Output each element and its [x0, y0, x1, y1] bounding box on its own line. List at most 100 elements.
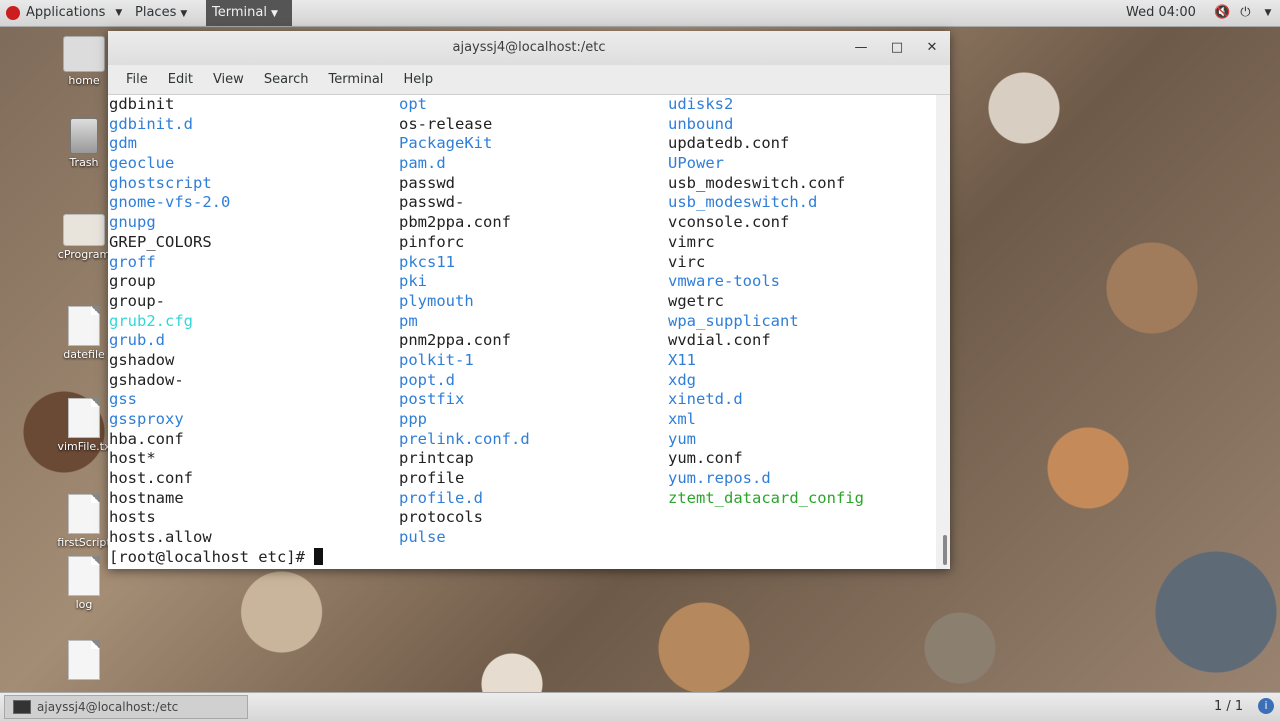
- listing-entry: prelink.conf.d: [399, 429, 530, 448]
- listing-entry: host*: [109, 449, 156, 468]
- listing-entry: polkit-1: [399, 350, 474, 369]
- menu-terminal[interactable]: Terminal: [318, 72, 393, 87]
- listing-entry: wgetrc: [668, 291, 724, 310]
- clock[interactable]: Wed 04:00: [1126, 0, 1196, 26]
- listing-entry: xml: [668, 410, 696, 428]
- listing-entry: geoclue: [109, 154, 175, 173]
- chevron-down-icon: ▼: [115, 8, 123, 18]
- menu-file[interactable]: File: [116, 72, 158, 87]
- volume-icon: 🔇: [1214, 5, 1231, 20]
- applications-menu[interactable]: Applications ▼: [6, 0, 122, 26]
- listing-entry: ghostscript: [109, 173, 212, 192]
- system-menu[interactable]: 🔇 ⏻ ▼: [1214, 0, 1271, 26]
- listing-entry: pm: [399, 311, 418, 330]
- listing-entry: gssproxy: [109, 410, 184, 428]
- listing-entry: passwd-: [399, 193, 465, 212]
- desktop-icon-firstscript[interactable]: firstScript: [52, 494, 116, 549]
- listing-entry: group: [109, 272, 156, 291]
- menu-view[interactable]: View: [203, 72, 254, 87]
- desktop-icon-file[interactable]: [52, 640, 116, 682]
- listing-entry: xinetd.d: [668, 390, 743, 409]
- scrollbar-thumb[interactable]: [943, 535, 947, 565]
- workspace-pager[interactable]: 1 / 1: [1214, 693, 1243, 721]
- listing-entry: pnm2ppa.conf: [399, 331, 511, 350]
- listing-entry: printcap: [399, 449, 474, 468]
- desktop-icon-home[interactable]: home: [52, 36, 116, 87]
- close-button[interactable]: ✕: [922, 38, 942, 58]
- scrollbar[interactable]: [936, 95, 950, 569]
- listing-entry: os-release: [399, 114, 493, 133]
- listing-entry: gss: [109, 390, 137, 409]
- chevron-down-icon: ▼: [1264, 8, 1272, 18]
- listing-entry: yum.repos.d: [668, 469, 771, 488]
- info-icon[interactable]: i: [1258, 698, 1274, 714]
- script-file-icon: [68, 494, 100, 534]
- listing-entry: pinforc: [399, 232, 465, 251]
- listing-entry: profile.d: [399, 488, 483, 507]
- desktop-icon-label: log: [75, 598, 93, 611]
- listing-column-2: opt os-release PackageKit pam.d passwd passwd…: [399, 95, 530, 548]
- chevron-down-icon: ▼: [270, 9, 278, 19]
- listing-entry: vimrc: [668, 232, 715, 251]
- listing-entry: gnome-vfs-2.0: [109, 193, 231, 212]
- listing-entry: group-: [109, 291, 165, 310]
- taskbar-window-button[interactable]: ajayssj4@localhost:/etc: [4, 695, 248, 719]
- desktop-icon-trash[interactable]: Trash: [52, 118, 116, 169]
- listing-entry: vconsole.conf: [668, 213, 790, 232]
- desktop-icon-label: datefile: [63, 348, 105, 361]
- desktop-icon-label: vimFile.tx: [57, 440, 111, 453]
- desktop-icon-log[interactable]: log: [52, 556, 116, 611]
- listing-entry: UPower: [668, 154, 724, 173]
- listing-entry: ppp: [399, 410, 427, 428]
- desktop-icon-label: cProgram: [57, 248, 111, 261]
- terminal-label: Terminal: [212, 5, 267, 20]
- desktop-icon-datefile[interactable]: datefile: [52, 306, 116, 361]
- text-file-icon: [68, 640, 100, 680]
- listing-entry: hostname: [109, 488, 184, 507]
- menu-edit[interactable]: Edit: [158, 72, 203, 87]
- listing-entry: hba.conf: [109, 429, 184, 448]
- desktop-icon-cprogram[interactable]: cProgram: [52, 214, 116, 261]
- listing-entry: gnupg: [109, 213, 156, 232]
- applications-label: Applications: [26, 5, 106, 20]
- listing-entry: unbound: [668, 114, 734, 133]
- taskbar-window-label: ajayssj4@localhost:/etc: [37, 700, 179, 714]
- places-menu[interactable]: Places ▼: [135, 0, 187, 26]
- shell-prompt[interactable]: [root@localhost etc]#: [109, 548, 324, 568]
- window-titlebar[interactable]: ajayssj4@localhost:/etc — □ ✕: [108, 31, 950, 65]
- listing-entry: PackageKit: [399, 134, 493, 153]
- listing-entry: pulse: [399, 528, 446, 547]
- listing-entry: opt: [399, 95, 427, 113]
- listing-entry: usb_modeswitch.d: [668, 193, 818, 212]
- listing-entry: updatedb.conf: [668, 134, 790, 153]
- top-panel: Applications ▼ Places ▼ Terminal ▼ Wed 04:0…: [0, 0, 1280, 27]
- listing-entry: gdbinit: [109, 95, 175, 113]
- desktop-icon-vimfile[interactable]: vimFile.tx: [52, 398, 116, 453]
- listing-entry: host.conf: [109, 469, 193, 488]
- desktop-icon-label: home: [68, 74, 100, 87]
- menubar: File Edit View Search Terminal Help: [108, 65, 950, 95]
- listing-entry: gdbinit.d: [109, 114, 193, 133]
- listing-entry: usb_modeswitch.conf: [668, 173, 846, 192]
- trash-icon: [70, 118, 98, 154]
- listing-entry: virc: [668, 252, 706, 271]
- listing-column-1: gdbinit gdbinit.d gdm geoclue ghostscript gno…: [109, 95, 230, 548]
- listing-entry: wpa_supplicant: [668, 311, 799, 330]
- terminal-app-menu[interactable]: Terminal ▼: [206, 0, 292, 26]
- listing-entry: wvdial.conf: [668, 331, 771, 350]
- listing-entry: postfix: [399, 390, 465, 409]
- menu-search[interactable]: Search: [254, 72, 319, 87]
- listing-entry: pki: [399, 272, 427, 291]
- maximize-button[interactable]: □: [887, 38, 907, 58]
- text-file-icon: [68, 306, 100, 346]
- places-label: Places: [135, 5, 177, 20]
- menu-help[interactable]: Help: [393, 72, 443, 87]
- listing-entry: gdm: [109, 134, 137, 153]
- home-folder-icon: [63, 36, 105, 72]
- listing-entry: vmware-tools: [668, 272, 780, 291]
- listing-entry: passwd: [399, 173, 455, 192]
- listing-entry: yum: [668, 429, 696, 448]
- terminal-output[interactable]: gdbinit gdbinit.d gdm geoclue ghostscript gno…: [108, 95, 936, 569]
- listing-entry: xdg: [668, 370, 696, 389]
- minimize-button[interactable]: —: [851, 38, 871, 58]
